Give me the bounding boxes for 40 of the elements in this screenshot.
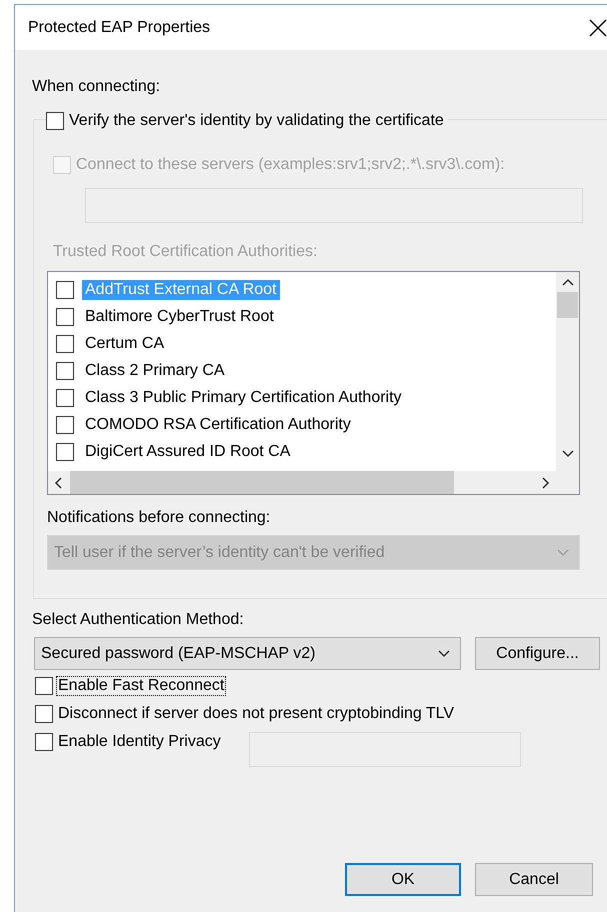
checkbox[interactable] xyxy=(46,112,64,130)
list-item[interactable]: Baltimore CyberTrust Root xyxy=(82,306,277,326)
checkbox[interactable] xyxy=(56,334,74,352)
list-item[interactable]: COMODO RSA Certification Authority xyxy=(82,414,354,434)
list-label: Trusted Root Certification Authorities: xyxy=(53,243,318,261)
dropdown-chevron-icon[interactable] xyxy=(438,650,450,658)
checkbox[interactable] xyxy=(56,308,74,326)
checkbox[interactable] xyxy=(56,442,74,460)
checkbox[interactable] xyxy=(35,677,53,695)
checkbox[interactable] xyxy=(56,416,74,434)
cancel-button[interactable]: Cancel xyxy=(475,863,593,896)
checkbox[interactable] xyxy=(56,362,74,380)
scroll-left-icon[interactable] xyxy=(54,476,62,488)
window-title: Protected EAP Properties xyxy=(28,18,210,36)
checkbox[interactable] xyxy=(56,388,74,406)
checkbox-label[interactable]: Enable Fast Reconnect xyxy=(56,676,226,696)
field-label: Notifications before connecting: xyxy=(47,509,272,527)
scrollbar-thumb[interactable] xyxy=(70,471,454,494)
configure-button[interactable]: Configure... xyxy=(475,637,600,670)
field-label: Select Authentication Method: xyxy=(32,611,245,629)
checkbox[interactable] xyxy=(56,280,74,298)
checkbox-label[interactable]: Disconnect if server does not present cryptobinding TLV xyxy=(56,704,456,724)
list-item[interactable]: Class 2 Primary CA xyxy=(82,360,228,380)
vertical-scrollbar[interactable] xyxy=(556,272,579,471)
checkbox[interactable] xyxy=(35,733,53,751)
checkbox-label[interactable]: Enable Identity Privacy xyxy=(56,732,223,752)
ok-button[interactable]: OK xyxy=(345,863,461,896)
scrollbar-thumb[interactable] xyxy=(557,292,578,318)
list-item[interactable]: Certum CA xyxy=(82,334,168,354)
close-icon[interactable] xyxy=(589,18,607,36)
scroll-down-icon[interactable] xyxy=(562,450,574,458)
section-label: When connecting: xyxy=(32,78,162,96)
horizontal-scrollbar[interactable] xyxy=(48,471,556,494)
certificate-list[interactable]: AddTrust External CA Root Baltimore CyberTrust Root Certum CA Class 2 Primary CA Class 3 Public Primary Certification Authority COMODO RSA Certification Authority DigiCert Assured ID Root CA xyxy=(47,271,580,495)
auth-method-dropdown[interactable]: Secured password (EAP-MSCHAP v2) xyxy=(34,637,461,670)
list-item[interactable]: DigiCert Assured ID Root CA xyxy=(82,442,294,462)
scroll-up-icon[interactable] xyxy=(562,278,574,286)
scroll-right-icon[interactable] xyxy=(542,476,550,488)
checkbox[interactable] xyxy=(35,705,53,723)
list-item[interactable]: Class 3 Public Primary Certification Authority xyxy=(82,388,405,408)
